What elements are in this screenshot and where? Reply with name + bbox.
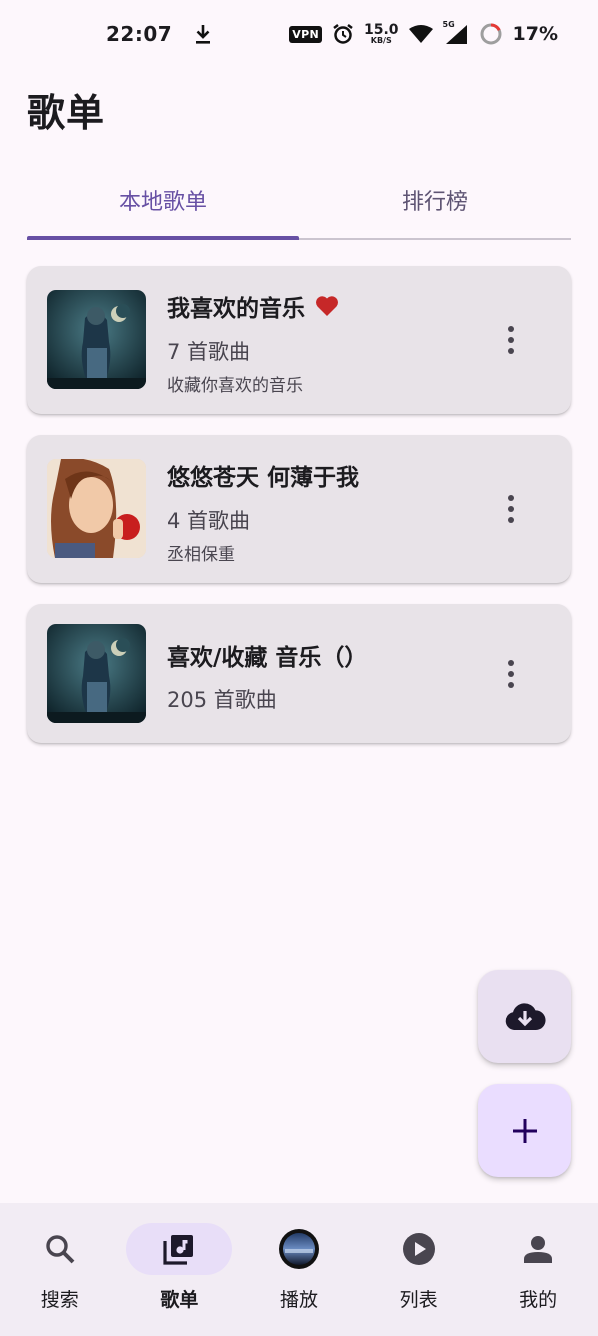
playlist-title: 喜欢/收藏 音乐（） — [167, 645, 368, 671]
nav-icon-container — [366, 1223, 472, 1275]
more-dot — [508, 348, 514, 354]
vpn-badge: VPN — [289, 25, 322, 43]
playlist-cover — [47, 290, 146, 389]
more-options-button[interactable] — [491, 650, 531, 698]
person-icon — [524, 1236, 553, 1263]
nav-label: 我的 — [519, 1289, 558, 1311]
add-playlist-button[interactable] — [478, 1084, 571, 1177]
cellular-signal: 5G — [442, 20, 469, 45]
nav-item-search[interactable]: 搜索 — [0, 1203, 120, 1336]
playlist-title-row: 我喜欢的音乐 — [167, 289, 339, 323]
now-playing-disc-icon — [278, 1229, 319, 1269]
more-dot — [508, 495, 514, 501]
playlist-song-count: 7 首歌曲 — [167, 340, 251, 364]
more-options-button[interactable] — [491, 485, 531, 533]
playlist-title-row: 悠悠苍天 何薄于我 — [167, 458, 359, 492]
nav-icon-container — [126, 1223, 233, 1275]
playlist-card[interactable]: 喜欢/收藏 音乐（） 205 首歌曲 — [27, 604, 571, 743]
network-type: 5G — [442, 20, 455, 29]
nav-label: 列表 — [399, 1289, 438, 1311]
network-speed: 15.0 KB/S — [363, 22, 399, 45]
nav-icon-container — [246, 1223, 352, 1275]
playlist-title: 我喜欢的音乐 — [167, 296, 305, 322]
nav-icon-container — [7, 1223, 113, 1275]
more-dot — [508, 660, 514, 666]
page-title: 歌单 — [27, 91, 106, 135]
playlist-title-row: 喜欢/收藏 音乐（） — [167, 638, 367, 672]
status-time: 22:07 — [106, 22, 173, 46]
play-circle-icon — [402, 1233, 435, 1265]
alarm-icon — [333, 24, 353, 44]
more-dot — [508, 682, 514, 688]
import-download-button[interactable] — [478, 970, 571, 1063]
playlist-card[interactable]: 悠悠苍天 何薄于我 4 首歌曲 丞相保重 — [27, 435, 571, 583]
battery-ring-icon — [480, 23, 502, 45]
more-dot — [508, 506, 514, 512]
cloud-download-icon — [505, 1002, 546, 1030]
tab-bar: 本地歌单 排行榜 — [27, 170, 571, 240]
status-icons: VPN 15.0 KB/S 5G 17% — [289, 20, 558, 46]
download-status-icon — [196, 25, 211, 44]
playlist-description: 收藏你喜欢的音乐 — [167, 376, 303, 396]
nav-item-playlists[interactable]: 歌单 — [120, 1203, 240, 1336]
more-dot — [508, 671, 514, 677]
music-library-icon — [163, 1235, 194, 1265]
bottom-navigation: 搜索 歌单 播放 列表 我的 — [0, 1203, 598, 1336]
battery-percentage: 17% — [512, 23, 558, 45]
nav-label: 搜索 — [40, 1289, 79, 1311]
playlist-card[interactable]: 我喜欢的音乐 7 首歌曲 收藏你喜欢的音乐 — [27, 266, 571, 414]
nav-item-queue[interactable]: 列表 — [359, 1203, 479, 1336]
nav-icon-container — [485, 1223, 591, 1275]
more-dot — [508, 326, 514, 332]
tab-local-playlists[interactable]: 本地歌单 — [27, 170, 299, 240]
playlist-cover — [47, 459, 146, 558]
search-icon — [46, 1235, 75, 1264]
more-dot — [508, 517, 514, 523]
nav-label: 歌单 — [160, 1289, 199, 1311]
wifi-icon — [408, 25, 433, 43]
nav-label: 播放 — [279, 1289, 318, 1311]
playlist-description: 丞相保重 — [167, 545, 235, 565]
playlist-song-count: 4 首歌曲 — [167, 509, 251, 533]
more-options-button[interactable] — [491, 316, 531, 364]
plus-icon — [512, 1118, 537, 1143]
nav-item-now-playing[interactable]: 播放 — [239, 1203, 359, 1336]
heart-icon — [316, 296, 338, 316]
status-bar: 22:07 VPN 15.0 KB/S 5G 17% — [0, 0, 598, 68]
playlist-song-count: 205 首歌曲 — [167, 688, 277, 712]
playlist-title: 悠悠苍天 何薄于我 — [167, 465, 360, 491]
more-dot — [508, 337, 514, 343]
playlist-cover — [47, 624, 146, 723]
tab-charts[interactable]: 排行榜 — [299, 170, 571, 230]
nav-item-profile[interactable]: 我的 — [478, 1203, 598, 1336]
